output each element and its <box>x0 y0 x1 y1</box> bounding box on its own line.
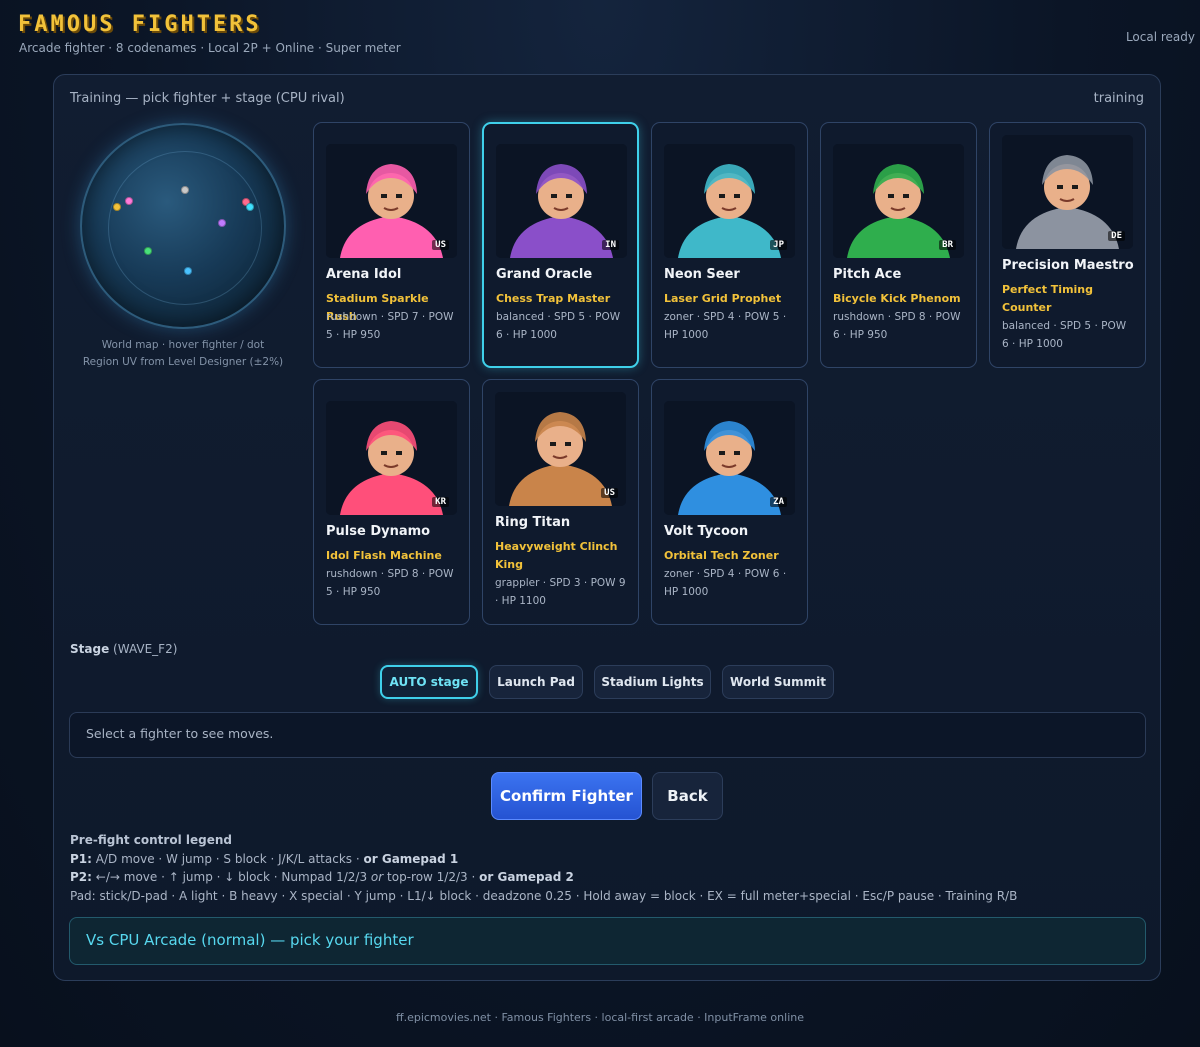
legend-p1-gamepad: or Gamepad 1 <box>363 851 459 866</box>
country-badge: US <box>601 488 618 498</box>
fighter-stats: rushdown · SPD 8 · POW 5 · HP 950 <box>326 568 454 598</box>
map-dot-grand-oracle[interactable] <box>125 197 133 205</box>
legend-p2-text: ←/→ move · ↑ jump · ↓ block · Numpad 1/2… <box>95 870 368 884</box>
fighter-name: Volt Tycoon <box>664 524 749 539</box>
globe-ring <box>108 151 262 305</box>
country-badge: DE <box>1108 231 1125 241</box>
legend-p1-label: P1: <box>70 851 92 866</box>
legend-p2-or: or <box>370 870 384 884</box>
country-badge: ZA <box>770 497 787 507</box>
legend-p2: P2: ←/→ move · ↑ jump · ↓ block · Numpad… <box>70 868 1140 887</box>
fighter-name: Grand Oracle <box>496 267 593 282</box>
map-dot-neon-seer[interactable] <box>246 203 254 211</box>
fighter-stats: balanced · SPD 5 · POW 6 · HP 1000 <box>1002 320 1127 350</box>
fighter-name: Ring Titan <box>495 515 571 530</box>
fighter-name: Pitch Ace <box>833 267 902 282</box>
legend-p1: P1: A/D move · W jump · S block · J/K/L … <box>70 850 1140 869</box>
fighter-stats: rushdown · SPD 8 · POW 6 · HP 950 <box>833 311 961 341</box>
legend-p2-text2: top-row 1/2/3 · <box>387 870 476 884</box>
stage-label: Stage (WAVE_F2) <box>70 642 177 656</box>
fighter-card-volt-tycoon[interactable]: ZA Volt Tycoon Orbital Tech Zoner zoner · S… <box>651 379 808 625</box>
fighter-epithet: Laser Grid Prophet <box>664 292 782 305</box>
fighter-card-pulse-dynamo[interactable]: KR Pulse Dynamo Idol Flash Machine rushdown… <box>313 379 470 625</box>
panel-heading: Training — pick fighter + stage (CPU riv… <box>70 91 345 106</box>
fighter-portrait: IN <box>496 144 627 258</box>
legend-p1-text: A/D move · W jump · S block · J/K/L atta… <box>95 851 360 866</box>
country-badge: BR <box>939 240 956 250</box>
map-dot-precision-maestro[interactable] <box>181 186 189 194</box>
map-caption: World map · hover fighter / dot Region U… <box>72 337 294 371</box>
fighter-portrait: JP <box>664 144 795 258</box>
mode-label: training <box>1093 91 1144 106</box>
fighter-stats: rushdown · SPD 7 · POW 5 · HP 950 <box>326 311 454 341</box>
country-badge: JP <box>770 240 787 250</box>
control-legend: Pre-fight control legend P1: A/D move · … <box>70 831 1140 905</box>
map-dot-pitch-ace[interactable] <box>144 247 152 255</box>
footer: ff.epicmovies.net · Famous Fighters · lo… <box>396 1011 804 1024</box>
country-badge: US <box>432 240 449 250</box>
fighter-card-neon-seer[interactable]: JP Neon Seer Laser Grid Prophet zoner · SPD… <box>651 122 808 368</box>
legend-p2-gamepad: or Gamepad 2 <box>479 870 574 884</box>
fighter-portrait: KR <box>326 401 457 515</box>
back-button[interactable]: Back <box>652 772 723 820</box>
country-badge: KR <box>432 497 449 507</box>
fighter-stats: balanced · SPD 5 · POW 6 · HP 1000 <box>496 311 621 341</box>
stage-launch-pad-button[interactable]: Launch Pad <box>489 665 583 699</box>
stage-code: (WAVE_F2) <box>113 642 178 656</box>
fighter-portrait: BR <box>833 144 964 258</box>
mode-banner: Vs CPU Arcade (normal) — pick your fight… <box>69 917 1146 965</box>
map-caption-line2: Region UV from Level Designer (±2%) <box>82 356 284 368</box>
game-subtitle: Arcade fighter · 8 codenames · Local 2P … <box>19 41 401 55</box>
fighter-epithet: Idol Flash Machine <box>326 549 442 562</box>
fighter-card-precision-maestro[interactable]: DE Precision Maestro Perfect Timing Counte… <box>989 122 1146 368</box>
fighter-name: Arena Idol <box>326 267 402 282</box>
fighter-name: Precision Maestro <box>1002 258 1134 273</box>
fighter-portrait: US <box>495 392 626 506</box>
fighter-epithet: Orbital Tech Zoner <box>664 549 779 562</box>
moves-box: Select a fighter to see moves. <box>69 712 1146 758</box>
fighter-name: Pulse Dynamo <box>326 524 431 539</box>
game-title: FAMOUS FIGHTERS <box>18 12 262 37</box>
country-badge: IN <box>602 240 619 250</box>
stage-stadium-lights-button[interactable]: Stadium Lights <box>594 665 711 699</box>
legend-title: Pre-fight control legend <box>70 833 232 847</box>
fighter-name: Neon Seer <box>664 267 740 282</box>
fighter-card-grand-oracle[interactable]: IN Grand Oracle Chess Trap Master balanced … <box>482 122 639 368</box>
fighter-card-pitch-ace[interactable]: BR Pitch Ace Bicycle Kick Phenom rushdown ·… <box>820 122 977 368</box>
confirm-fighter-button[interactable]: Confirm Fighter <box>491 772 642 820</box>
stage-auto-button[interactable]: AUTO stage <box>380 665 478 699</box>
legend-pad: Pad: stick/D-pad · A light · B heavy · X… <box>70 888 1018 903</box>
fighter-stats: grappler · SPD 3 · POW 9 · HP 1100 <box>495 577 626 607</box>
fighter-card-ring-titan[interactable]: US Ring Titan Heavyweight Clinch King grapp… <box>482 379 639 625</box>
fighter-epithet: Heavyweight Clinch King <box>495 540 618 571</box>
stage-label-text: Stage <box>70 642 110 656</box>
fighter-card-arena-idol[interactable]: US Arena Idol Stadium Sparkle Rush rushdown… <box>313 122 470 368</box>
fighter-portrait: US <box>326 144 457 258</box>
fighter-stats: zoner · SPD 4 · POW 6 · HP 1000 <box>664 568 787 598</box>
stage-world-summit-button[interactable]: World Summit <box>722 665 834 699</box>
fighter-portrait: DE <box>1002 135 1133 249</box>
legend-p2-label: P2: <box>70 870 92 884</box>
fighter-portrait: ZA <box>664 401 795 515</box>
connection-status: Local ready <box>1125 30 1195 44</box>
map-dot-arena-idol[interactable] <box>113 203 121 211</box>
fighter-epithet: Bicycle Kick Phenom <box>833 292 961 305</box>
map-caption-line1: World map · hover fighter / dot <box>101 339 265 351</box>
fighter-epithet: Chess Trap Master <box>496 292 611 305</box>
map-dot-ring-titan[interactable] <box>184 267 192 275</box>
map-dot-volt-tycoon[interactable] <box>218 219 226 227</box>
fighter-epithet: Perfect Timing Counter <box>1002 283 1094 314</box>
world-map-globe[interactable] <box>80 123 286 329</box>
fighter-stats: zoner · SPD 4 · POW 5 · HP 1000 <box>664 311 787 341</box>
select-panel: Training — pick fighter + stage (CPU riv… <box>53 74 1161 981</box>
